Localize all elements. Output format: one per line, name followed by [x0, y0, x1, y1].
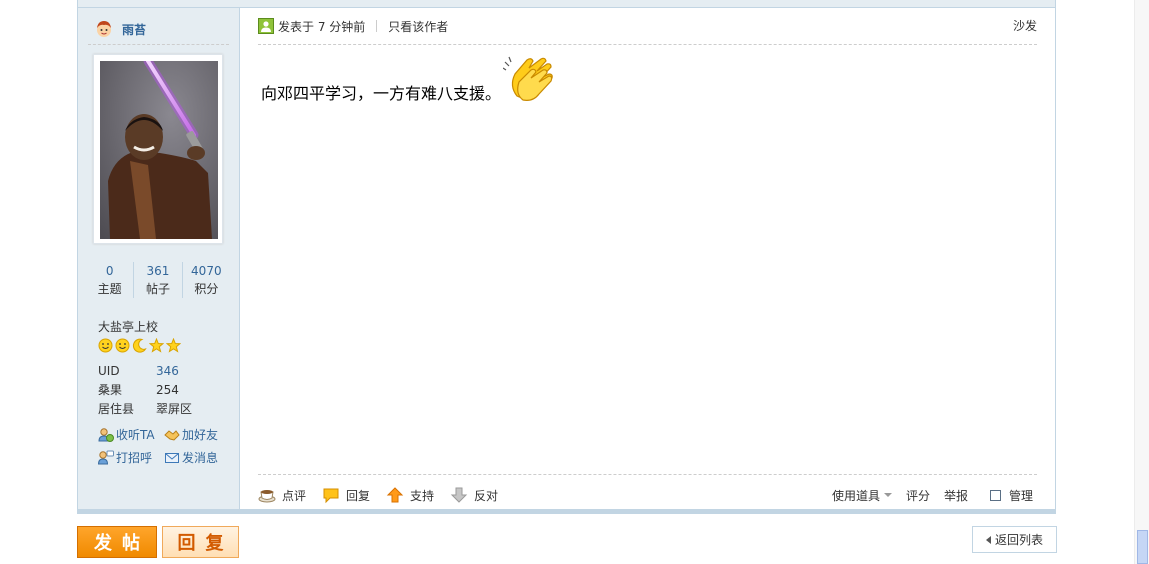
- chevron-left-icon: [985, 535, 991, 544]
- send-message-label: 发消息: [182, 451, 219, 465]
- stat-value: 0: [105, 264, 114, 278]
- post-bottom-border: [78, 509, 1055, 513]
- add-friend-link[interactable]: 加好友: [164, 426, 234, 443]
- comment-button[interactable]: 点评: [258, 486, 306, 504]
- handshake-icon: [164, 429, 180, 441]
- reply-button[interactable]: 回复: [322, 486, 370, 504]
- oppose-button[interactable]: 反对: [450, 486, 498, 504]
- info-key: 桑果: [98, 383, 123, 397]
- avatar-image: [100, 61, 218, 239]
- follow-icon: [98, 427, 114, 442]
- sun-icon: [115, 338, 130, 353]
- user-icon: [97, 21, 111, 37]
- avatar[interactable]: [93, 54, 223, 244]
- reply-thread-button[interactable]: 回复: [162, 526, 239, 558]
- vertical-scrollbar[interactable]: [1134, 0, 1149, 564]
- support-label: 支持: [410, 488, 435, 503]
- oppose-label: 反对: [474, 488, 499, 503]
- rank-stars: [98, 338, 181, 353]
- chevron-down-icon: [883, 493, 892, 497]
- uid-link[interactable]: 346: [156, 362, 179, 381]
- star-icon: [166, 338, 181, 353]
- divider: [376, 20, 378, 32]
- post-tools: 使用道具 评分 举报 管理: [832, 484, 1033, 506]
- post-message: 向邓四平学习，一方有难八支援。: [261, 56, 559, 106]
- post-top-border: [78, 0, 1055, 8]
- post-content: 发表于 7 分钟前 只看该作者 沙发 向邓四平学习，一方有难八支援。 点评 回复: [258, 8, 1037, 509]
- author-sidebar: 雨苔 0 主题 361 帖子 4070 积分 大盐亭上校 UID 346 桑果 …: [78, 8, 240, 509]
- greet-icon: [98, 450, 114, 464]
- add-friend-label: 加好友: [182, 428, 219, 442]
- info-row-mulberry: 桑果 254: [98, 381, 192, 400]
- use-tools-label: 使用道具: [831, 488, 880, 503]
- greet-label: 打招呼: [116, 451, 153, 465]
- moon-icon: [132, 338, 147, 353]
- manage-checkbox[interactable]: [989, 489, 1001, 501]
- coffee-cup-icon: [258, 490, 276, 503]
- user-rank: 大盐亭上校: [98, 320, 159, 334]
- scrollbar-thumb[interactable]: [1137, 530, 1148, 564]
- post-time: 发表于 7 分钟前: [278, 19, 366, 34]
- back-to-list-button[interactable]: 返回列表: [972, 526, 1057, 553]
- arrow-up-icon: [386, 487, 404, 503]
- arrow-down-icon: [450, 487, 468, 503]
- author-stats: 0 主题 361 帖子 4070 积分: [86, 262, 230, 298]
- star-icon: [149, 338, 164, 353]
- manage-label: 管理: [1008, 488, 1033, 503]
- greet-link[interactable]: 打招呼: [98, 449, 164, 466]
- support-button[interactable]: 支持: [386, 486, 434, 504]
- follow-label: 收听TA: [116, 428, 155, 442]
- online-status-icon: [258, 18, 274, 34]
- post-container: 雨苔 0 主题 361 帖子 4070 积分 大盐亭上校 UID 346 桑果 …: [77, 0, 1056, 514]
- report-link[interactable]: 举报: [944, 487, 968, 504]
- rate-link[interactable]: 评分: [906, 487, 930, 504]
- reply-label: 回复: [346, 488, 371, 503]
- message-text: 向邓四平学习，一方有难八支援。: [261, 84, 502, 103]
- divider: [88, 44, 229, 45]
- stat-topics[interactable]: 0 主题: [86, 262, 133, 298]
- stat-value: 361: [146, 264, 170, 278]
- divider: [258, 474, 1037, 475]
- info-key: 居住县: [98, 402, 135, 416]
- info-key: UID: [98, 364, 120, 378]
- author-row: 雨苔: [94, 18, 146, 40]
- stat-label: 帖子: [145, 282, 170, 296]
- post-meta: 发表于 7 分钟前 只看该作者: [258, 16, 1037, 36]
- send-message-link[interactable]: 发消息: [164, 449, 234, 466]
- author-actions: 收听TA 加好友 打招呼 发消息: [98, 426, 238, 466]
- stat-points[interactable]: 4070 积分: [181, 262, 230, 298]
- info-row-uid: UID 346: [98, 362, 192, 381]
- envelope-icon: [165, 452, 179, 463]
- stat-value: 4070: [191, 264, 222, 278]
- manage-toggle[interactable]: 管理: [989, 487, 1033, 504]
- divider: [258, 44, 1037, 45]
- comment-label: 点评: [282, 488, 307, 503]
- author-name[interactable]: 雨苔: [122, 21, 146, 38]
- speech-bubble-icon: [323, 488, 339, 504]
- floor-number[interactable]: 沙发: [1013, 16, 1037, 36]
- use-tools-dropdown[interactable]: 使用道具: [832, 487, 892, 504]
- sun-icon: [98, 338, 113, 353]
- only-author-link[interactable]: 只看该作者: [388, 18, 448, 35]
- info-value: 翠屏区: [156, 402, 193, 416]
- author-info: UID 346 桑果 254 居住县 翠屏区: [98, 362, 192, 419]
- info-value: 254: [156, 383, 179, 397]
- stat-posts[interactable]: 361 帖子: [133, 262, 181, 298]
- follow-link[interactable]: 收听TA: [98, 426, 164, 443]
- back-to-list-label: 返回列表: [994, 533, 1043, 547]
- clapping-hands-icon: [503, 56, 553, 101]
- info-row-residence: 居住县 翠屏区: [98, 400, 192, 419]
- stat-label: 主题: [97, 282, 122, 296]
- stat-label: 积分: [194, 282, 219, 296]
- new-post-button[interactable]: 发帖: [77, 526, 157, 558]
